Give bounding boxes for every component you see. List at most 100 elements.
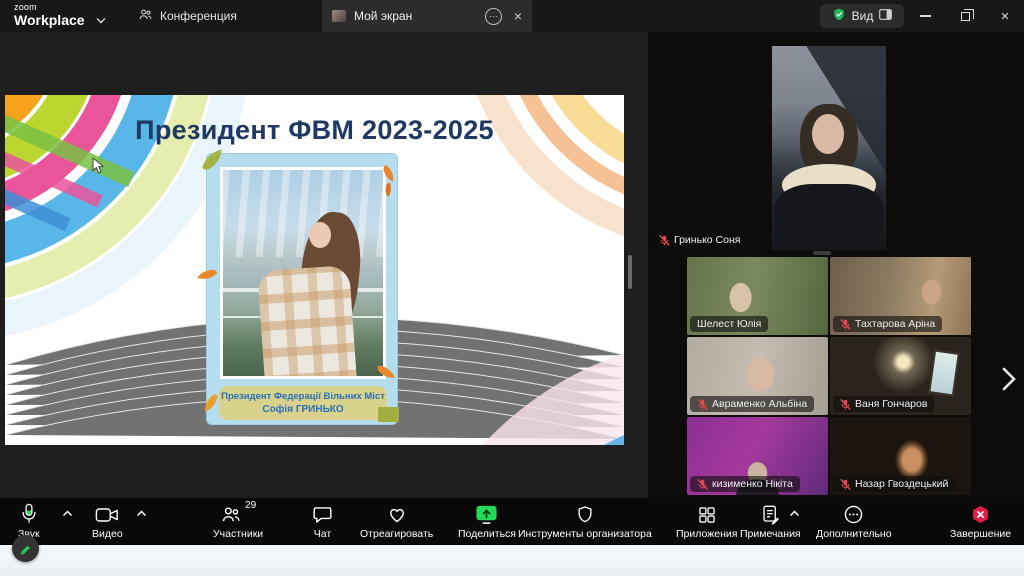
name-tag: Авраменко Альбіна	[690, 396, 814, 412]
shared-screen-area: Президент ФВМ 2023-2025 Президент Федера…	[0, 32, 648, 498]
leaf-icon	[199, 148, 225, 174]
zoom-workplace-logo: zoom Workplace	[14, 3, 85, 27]
people-icon	[138, 7, 153, 25]
window-close-button[interactable]: ×	[985, 0, 1024, 32]
window-restore-button[interactable]	[945, 0, 985, 32]
restore-icon	[961, 12, 970, 21]
notes-options-chevron-icon[interactable]	[789, 510, 800, 517]
brand-workplace: Workplace	[14, 13, 85, 27]
video-person	[774, 184, 884, 250]
president-name-badge: Президент Федерації Вільних Міст Софія Г…	[219, 386, 387, 420]
microphone-icon	[19, 502, 39, 525]
notes-label: Примечания	[740, 528, 801, 540]
name-tag: Шелест Юлія	[690, 316, 768, 332]
screen-thumbnail-icon	[332, 10, 346, 22]
participants-button[interactable]: 29 Участники	[213, 502, 263, 540]
grid-drag-handle[interactable]	[813, 251, 831, 255]
view-layout-icon	[879, 9, 892, 23]
mic-muted-icon	[840, 319, 851, 330]
pencil-icon	[19, 542, 32, 555]
tab-meeting[interactable]: Конференция	[128, 0, 247, 32]
share-scrollbar[interactable]	[628, 255, 632, 289]
zoom-window: zoom Workplace Конференция Мой экран ···…	[0, 0, 1024, 576]
participants-grid: Шелест Юлія Тахтарова Аріна Авраменко Ал…	[687, 257, 971, 495]
participant-name: кизименко Нікіта	[712, 478, 793, 490]
apps-button[interactable]: Приложения	[676, 502, 737, 540]
audio-options-chevron-icon[interactable]	[62, 510, 73, 517]
desktop-edge-strip	[0, 545, 1024, 576]
participant-name: Назар Гвоздецький	[855, 478, 948, 490]
photo-person-shirt	[257, 265, 357, 379]
video-options-chevron-icon[interactable]	[136, 510, 147, 517]
name-tag: кизименко Нікіта	[690, 476, 800, 492]
card-corner-decoration	[378, 407, 399, 422]
audio-button[interactable]: Звук	[18, 502, 40, 540]
tab-my-screen[interactable]: Мой экран ··· ×	[322, 0, 532, 32]
featured-name-tag: Гринько Соня	[652, 232, 747, 248]
annotate-button[interactable]	[12, 535, 39, 562]
end-meeting-label: Завершение	[950, 528, 1011, 540]
security-view-control[interactable]: Вид	[820, 4, 904, 28]
video-tile[interactable]: Тахтарова Аріна	[830, 257, 971, 335]
video-tile[interactable]: Назар Гвоздецький	[830, 417, 971, 495]
featured-video-tile[interactable]	[772, 46, 886, 250]
workspace-chevron-down-icon[interactable]	[96, 11, 106, 29]
video-background	[928, 349, 960, 396]
end-meeting-icon	[970, 502, 991, 525]
more-button[interactable]: Дополнительно	[816, 502, 892, 540]
participant-name: Гринько Соня	[674, 234, 740, 246]
slide-title: Президент ФВМ 2023-2025	[5, 115, 624, 146]
react-label: Отреагировать	[360, 528, 433, 540]
participant-name: Тахтарова Аріна	[855, 318, 935, 330]
end-meeting-button[interactable]: Завершение	[950, 502, 1011, 540]
tab-close-icon[interactable]: ×	[514, 8, 522, 24]
participants-label: Участники	[213, 528, 263, 540]
react-button[interactable]: Отреагировать	[360, 502, 433, 540]
mic-muted-icon	[697, 399, 708, 410]
apps-icon	[697, 502, 717, 525]
camera-icon	[95, 502, 119, 525]
top-tab-bar: zoom Workplace Конференция Мой экран ···…	[0, 0, 1024, 32]
mic-muted-icon	[659, 235, 670, 246]
video-tile[interactable]: Ваня Гончаров	[830, 337, 971, 415]
heart-react-icon	[386, 502, 408, 525]
president-photo	[220, 167, 386, 379]
share-screen-icon	[475, 502, 498, 525]
leaf-icon	[373, 360, 396, 383]
participant-name: Авраменко Альбіна	[712, 398, 807, 410]
mouse-cursor	[92, 157, 105, 175]
minimize-icon	[920, 15, 931, 16]
notes-button[interactable]: Примечания	[740, 502, 801, 540]
chat-label: Чат	[314, 528, 331, 540]
badge-title: Президент Федерації Вільних Міст	[221, 391, 385, 402]
photo-person-face	[309, 222, 331, 248]
host-tools-label: Инструменты организатора	[518, 528, 652, 540]
name-tag: Ваня Гончаров	[833, 396, 934, 412]
tab-meeting-label: Конференция	[160, 9, 237, 23]
leaf-icon	[199, 390, 222, 413]
participant-name: Ваня Гончаров	[855, 398, 927, 410]
view-label: Вид	[852, 9, 874, 23]
video-button[interactable]: Видео	[92, 502, 123, 540]
president-photo-card: Президент Федерації Вільних Міст Софія Г…	[206, 153, 398, 425]
name-tag: Тахтарова Аріна	[833, 316, 942, 332]
apps-label: Приложения	[676, 528, 737, 540]
next-participants-chevron-icon[interactable]	[1000, 366, 1018, 392]
host-tools-button[interactable]: Инструменты организатора	[518, 502, 652, 540]
badge-name: Софія ГРИНЬКО	[262, 404, 343, 415]
more-label: Дополнительно	[816, 528, 892, 540]
share-button[interactable]: Поделиться	[458, 502, 516, 540]
video-tile[interactable]: Шелест Юлія	[687, 257, 828, 335]
host-tools-icon	[575, 502, 595, 525]
window-minimize-button[interactable]	[905, 0, 945, 32]
mic-muted-icon	[840, 399, 851, 410]
video-tile[interactable]: Авраменко Альбіна	[687, 337, 828, 415]
presentation-slide: Президент ФВМ 2023-2025 Президент Федера…	[5, 95, 624, 445]
participants-panel: Гринько Соня Шелест Юлія Тахтарова Аріна…	[648, 32, 1024, 498]
tab-options-icon[interactable]: ···	[485, 8, 502, 25]
chat-button[interactable]: Чат	[312, 502, 333, 540]
video-tile[interactable]: кизименко Нікіта	[687, 417, 828, 495]
participants-icon	[220, 502, 242, 525]
share-label: Поделиться	[458, 528, 516, 540]
mic-muted-icon	[840, 479, 851, 490]
